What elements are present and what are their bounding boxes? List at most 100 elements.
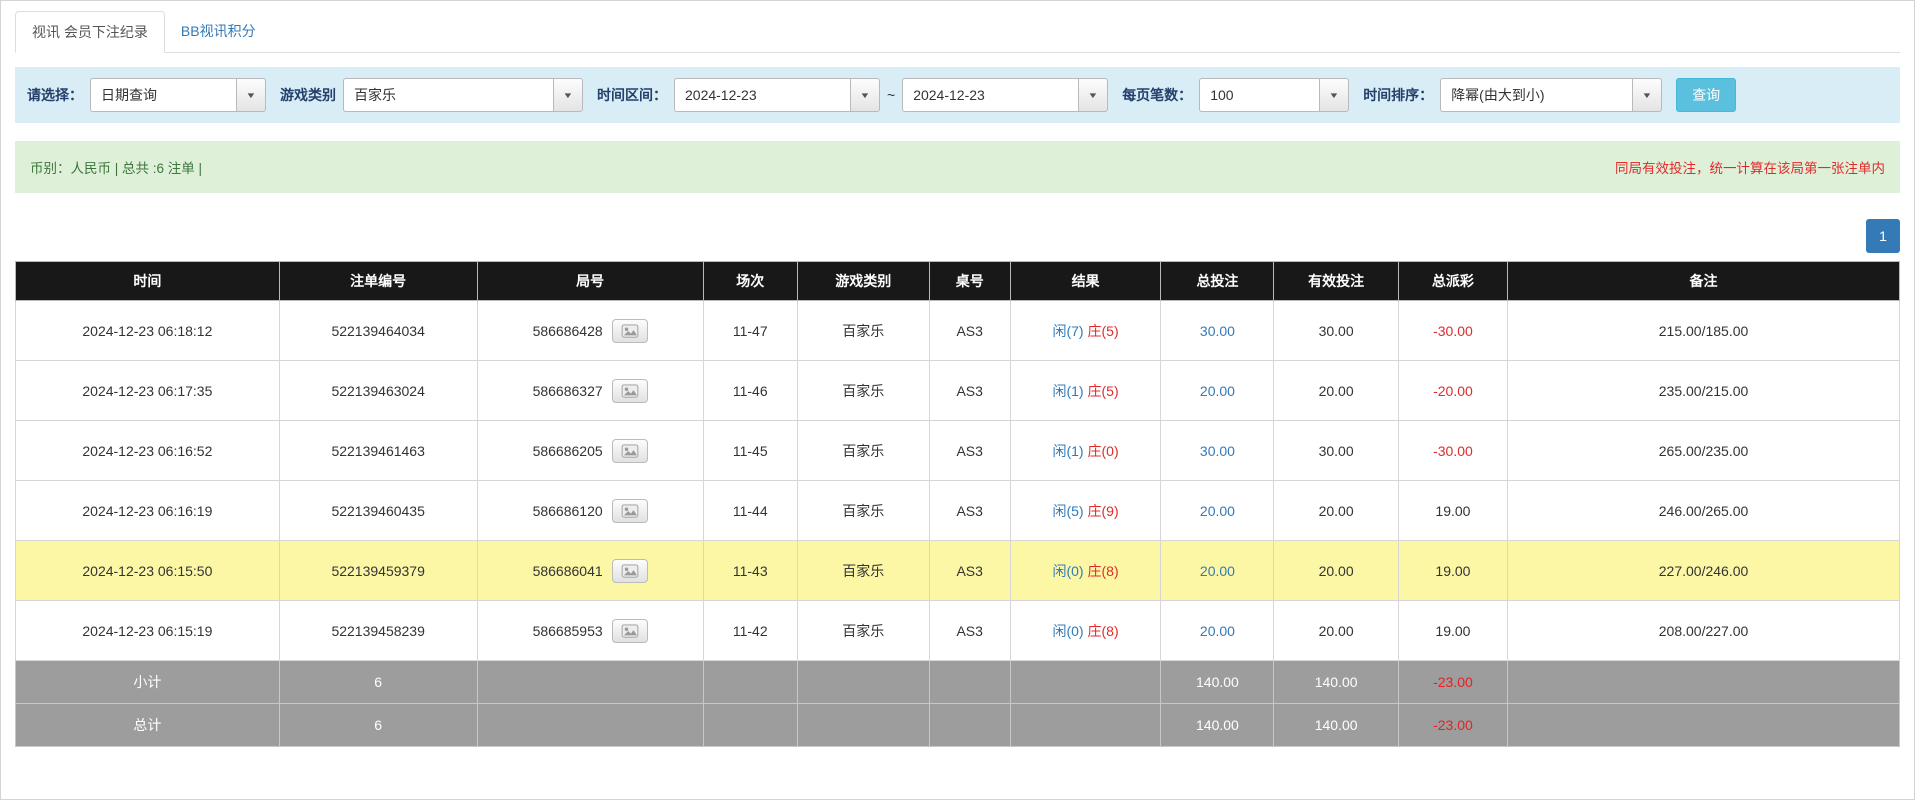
cell-bet-id: 522139460435 <box>279 481 477 541</box>
cell-game-type: 百家乐 <box>797 301 929 361</box>
video-image-icon <box>621 384 639 398</box>
subtotal-valid-bet: 140.00 <box>1274 661 1398 704</box>
query-type-value[interactable]: 日期查询 <box>90 78 236 112</box>
game-type-value[interactable]: 百家乐 <box>343 78 553 112</box>
date-to-value[interactable]: 2024-12-23 <box>902 78 1078 112</box>
empty-cell <box>1508 661 1900 704</box>
cell-game-type: 百家乐 <box>797 541 929 601</box>
result-banker: 庄(9) <box>1088 503 1119 519</box>
cell-table-no: AS3 <box>929 301 1010 361</box>
cell-valid-bet: 20.00 <box>1274 541 1398 601</box>
cell-table-no: AS3 <box>929 481 1010 541</box>
cell-bet-id: 522139463024 <box>279 361 477 421</box>
empty-cell <box>1010 661 1161 704</box>
table-row: 2024-12-23 06:17:35 522139463024 5866863… <box>16 361 1900 421</box>
table-row: 2024-12-23 06:16:19 522139460435 5866861… <box>16 481 1900 541</box>
replay-video-button[interactable] <box>612 499 648 523</box>
total-bet-link[interactable]: 20.00 <box>1200 383 1235 399</box>
cell-valid-bet: 20.00 <box>1274 601 1398 661</box>
cell-remark: 246.00/265.00 <box>1508 481 1900 541</box>
date-to-select[interactable]: 2024-12-23 ▼ <box>902 78 1108 112</box>
cell-session: 11-42 <box>703 601 797 661</box>
chevron-down-icon: ▼ <box>562 91 573 100</box>
cell-payout: -20.00 <box>1398 361 1507 421</box>
currency-total-summary: 币别：人民币 | 总共 :6 注单 | <box>30 157 202 177</box>
query-type-select[interactable]: 日期查询 ▼ <box>90 78 266 112</box>
total-label: 总计 <box>16 704 280 747</box>
subtotal-count: 6 <box>279 661 477 704</box>
result-player: 闲(1) <box>1052 443 1083 459</box>
game-type-select[interactable]: 百家乐 ▼ <box>343 78 583 112</box>
replay-video-button[interactable] <box>612 439 648 463</box>
round-id: 586686428 <box>533 323 603 339</box>
page-size-select[interactable]: 100 ▼ <box>1199 78 1349 112</box>
total-bet-link[interactable]: 30.00 <box>1200 443 1235 459</box>
replay-video-button[interactable] <box>612 619 648 643</box>
col-header-remark: 备注 <box>1508 262 1900 301</box>
time-sort-select[interactable]: 降幂(由大到小) ▼ <box>1440 78 1662 112</box>
total-bet-link[interactable]: 20.00 <box>1200 623 1235 639</box>
time-sort-caret-button[interactable]: ▼ <box>1632 78 1662 112</box>
query-type-label: 请选择： <box>27 85 83 105</box>
date-from-select[interactable]: 2024-12-23 ▼ <box>674 78 880 112</box>
cell-time: 2024-12-23 06:18:12 <box>16 301 280 361</box>
video-image-icon <box>621 444 639 458</box>
cell-time: 2024-12-23 06:17:35 <box>16 361 280 421</box>
replay-video-button[interactable] <box>612 319 648 343</box>
cell-time: 2024-12-23 06:15:50 <box>16 541 280 601</box>
cell-total-bet: 20.00 <box>1161 481 1274 541</box>
empty-cell <box>797 661 929 704</box>
video-image-icon <box>621 324 639 338</box>
cell-time: 2024-12-23 06:15:19 <box>16 601 280 661</box>
result-player: 闲(0) <box>1052 623 1083 639</box>
total-bet-link[interactable]: 30.00 <box>1200 323 1235 339</box>
video-image-icon <box>621 624 639 638</box>
page-button-1[interactable]: 1 <box>1866 219 1900 253</box>
tab-bb-video-points[interactable]: BB视讯积分 <box>165 11 272 53</box>
cell-table-no: AS3 <box>929 601 1010 661</box>
cell-round-id: 586685953 <box>477 601 703 661</box>
result-player: 闲(1) <box>1052 383 1083 399</box>
payout-value: -30.00 <box>1433 323 1473 339</box>
subtotal-row: 小计 6 140.00 140.00 -23.00 <box>16 661 1900 704</box>
round-id: 586686120 <box>533 503 603 519</box>
search-button[interactable]: 查询 <box>1676 78 1736 112</box>
cell-remark: 235.00/215.00 <box>1508 361 1900 421</box>
date-from-caret-button[interactable]: ▼ <box>850 78 880 112</box>
empty-cell <box>477 704 703 747</box>
page-size-value[interactable]: 100 <box>1199 78 1319 112</box>
cell-payout: -30.00 <box>1398 421 1507 481</box>
tab-member-bet-records[interactable]: 视讯 会员下注纪录 <box>15 11 165 53</box>
page-size-caret-button[interactable]: ▼ <box>1319 78 1349 112</box>
time-sort-value[interactable]: 降幂(由大到小) <box>1440 78 1632 112</box>
total-bet-link[interactable]: 20.00 <box>1200 503 1235 519</box>
result-player: 闲(0) <box>1052 563 1083 579</box>
cell-total-bet: 30.00 <box>1161 301 1274 361</box>
game-type-label: 游戏类别 <box>280 85 336 105</box>
date-from-value[interactable]: 2024-12-23 <box>674 78 850 112</box>
video-image-icon <box>621 504 639 518</box>
total-row: 总计 6 140.00 140.00 -23.00 <box>16 704 1900 747</box>
round-id: 586686327 <box>533 383 603 399</box>
query-type-caret-button[interactable]: ▼ <box>236 78 266 112</box>
cell-table-no: AS3 <box>929 421 1010 481</box>
cell-bet-id: 522139461463 <box>279 421 477 481</box>
date-to-caret-button[interactable]: ▼ <box>1078 78 1108 112</box>
subtotal-total-bet: 140.00 <box>1161 661 1274 704</box>
total-valid-bet: 140.00 <box>1274 704 1398 747</box>
table-row: 2024-12-23 06:16:52 522139461463 5866862… <box>16 421 1900 481</box>
filter-bar: 请选择： 日期查询 ▼ 游戏类别 百家乐 ▼ 时间区间： 2024-12-23 … <box>15 67 1900 123</box>
empty-cell <box>1508 704 1900 747</box>
cell-total-bet: 20.00 <box>1161 361 1274 421</box>
game-type-caret-button[interactable]: ▼ <box>553 78 583 112</box>
total-bet-link[interactable]: 20.00 <box>1200 563 1235 579</box>
pagination: 1 <box>15 219 1900 253</box>
replay-video-button[interactable] <box>612 379 648 403</box>
cell-payout: 19.00 <box>1398 481 1507 541</box>
empty-cell <box>929 661 1010 704</box>
table-row: 2024-12-23 06:15:50 522139459379 5866860… <box>16 541 1900 601</box>
replay-video-button[interactable] <box>612 559 648 583</box>
round-id: 586685953 <box>533 623 603 639</box>
col-header-bet-id: 注单编号 <box>279 262 477 301</box>
cell-table-no: AS3 <box>929 361 1010 421</box>
